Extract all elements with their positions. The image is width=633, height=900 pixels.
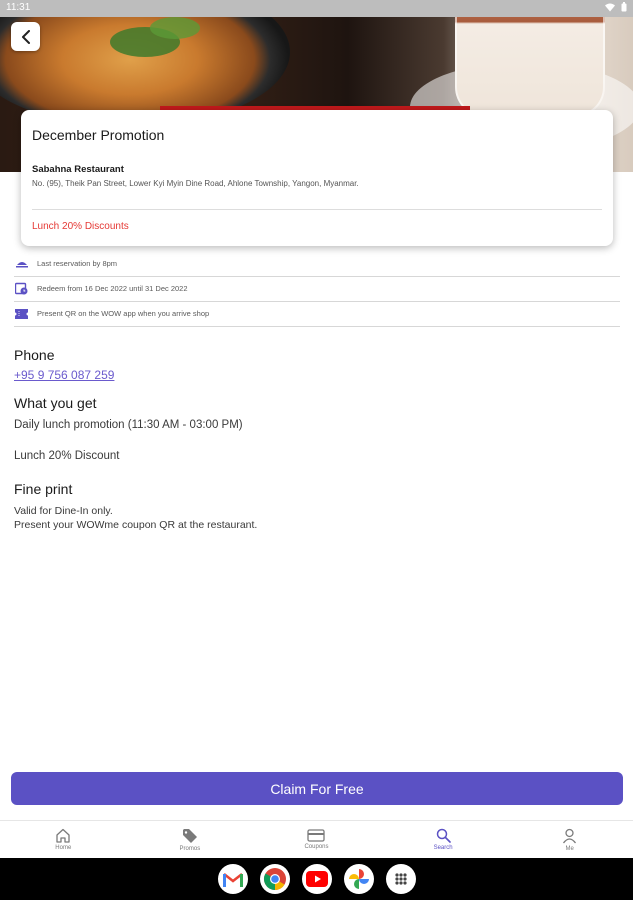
nav-item-me[interactable]: Me xyxy=(506,821,633,858)
gmail-icon[interactable] xyxy=(217,864,248,894)
reservation-text: Last reservation by 8pm xyxy=(37,259,118,268)
promo-card: December Promotion Sabahna Restaurant No… xyxy=(21,110,613,246)
status-icons xyxy=(605,2,627,12)
calendar-clock-icon xyxy=(14,281,29,296)
info-row-present-qr: Present QR on the WOW app when you arriv… xyxy=(14,301,620,327)
what-you-get-heading: What you get xyxy=(14,395,97,411)
restaurant-name: Sabahna Restaurant xyxy=(32,164,124,175)
phone-link[interactable]: +95 9 756 087 259 xyxy=(14,368,114,382)
status-bar: 11:31 xyxy=(0,0,633,17)
tag-icon xyxy=(182,828,197,843)
system-dock xyxy=(0,858,633,900)
info-row-reservation: Last reservation by 8pm xyxy=(14,251,620,277)
battery-icon xyxy=(621,2,627,12)
chevron-left-icon xyxy=(21,29,30,44)
claim-button[interactable]: Claim For Free xyxy=(11,772,623,805)
nav-label: Me xyxy=(565,845,574,852)
restaurant-address: No. (95), Theik Pan Street, Lower Kyi My… xyxy=(32,179,359,188)
nav-item-search[interactable]: Search xyxy=(380,821,507,858)
card-divider xyxy=(32,209,602,210)
herb-garnish xyxy=(150,17,200,39)
fine-print-heading: Fine print xyxy=(14,481,73,497)
wifi-icon xyxy=(605,3,615,11)
nav-label: Coupons xyxy=(304,844,329,850)
what-you-get-line: Daily lunch promotion (11:30 AM - 03:00 … xyxy=(14,419,243,431)
search-icon xyxy=(436,828,451,843)
youtube-icon[interactable] xyxy=(301,864,332,894)
redeem-text: Redeem from 16 Dec 2022 until 31 Dec 202… xyxy=(37,284,188,293)
nav-label: Home xyxy=(55,845,72,851)
person-icon xyxy=(563,828,577,843)
present-qr-text: Present QR on the WOW app when you arriv… xyxy=(37,309,210,318)
app-drawer-icon[interactable] xyxy=(385,864,416,894)
nav-item-promos[interactable]: Promos xyxy=(127,821,254,858)
status-time: 11:31 xyxy=(6,2,31,13)
card-icon xyxy=(307,829,326,842)
home-icon xyxy=(56,828,70,843)
chrome-icon[interactable] xyxy=(259,864,290,894)
dessert-jar xyxy=(455,17,605,117)
nav-item-coupons[interactable]: Coupons xyxy=(253,821,380,858)
promo-title: December Promotion xyxy=(32,127,165,143)
dining-icon xyxy=(14,256,29,271)
phone-heading: Phone xyxy=(14,347,55,363)
ticket-icon xyxy=(14,306,29,321)
fine-print-line: Valid for Dine-In only. xyxy=(14,505,113,517)
nav-label: Search xyxy=(433,845,453,851)
nav-item-home[interactable]: Home xyxy=(0,821,127,858)
fine-print-line: Present your WOWme coupon QR at the rest… xyxy=(14,519,258,531)
discount-label: Lunch 20% Discounts xyxy=(32,221,129,232)
info-row-redeem: Redeem from 16 Dec 2022 until 31 Dec 202… xyxy=(14,276,620,302)
back-button[interactable] xyxy=(11,22,40,51)
what-you-get-line: Lunch 20% Discount xyxy=(14,450,120,462)
nav-label: Promos xyxy=(179,845,201,852)
bottom-nav: Home Promos Coupons Search Me xyxy=(0,820,633,858)
photos-icon[interactable] xyxy=(343,864,374,894)
